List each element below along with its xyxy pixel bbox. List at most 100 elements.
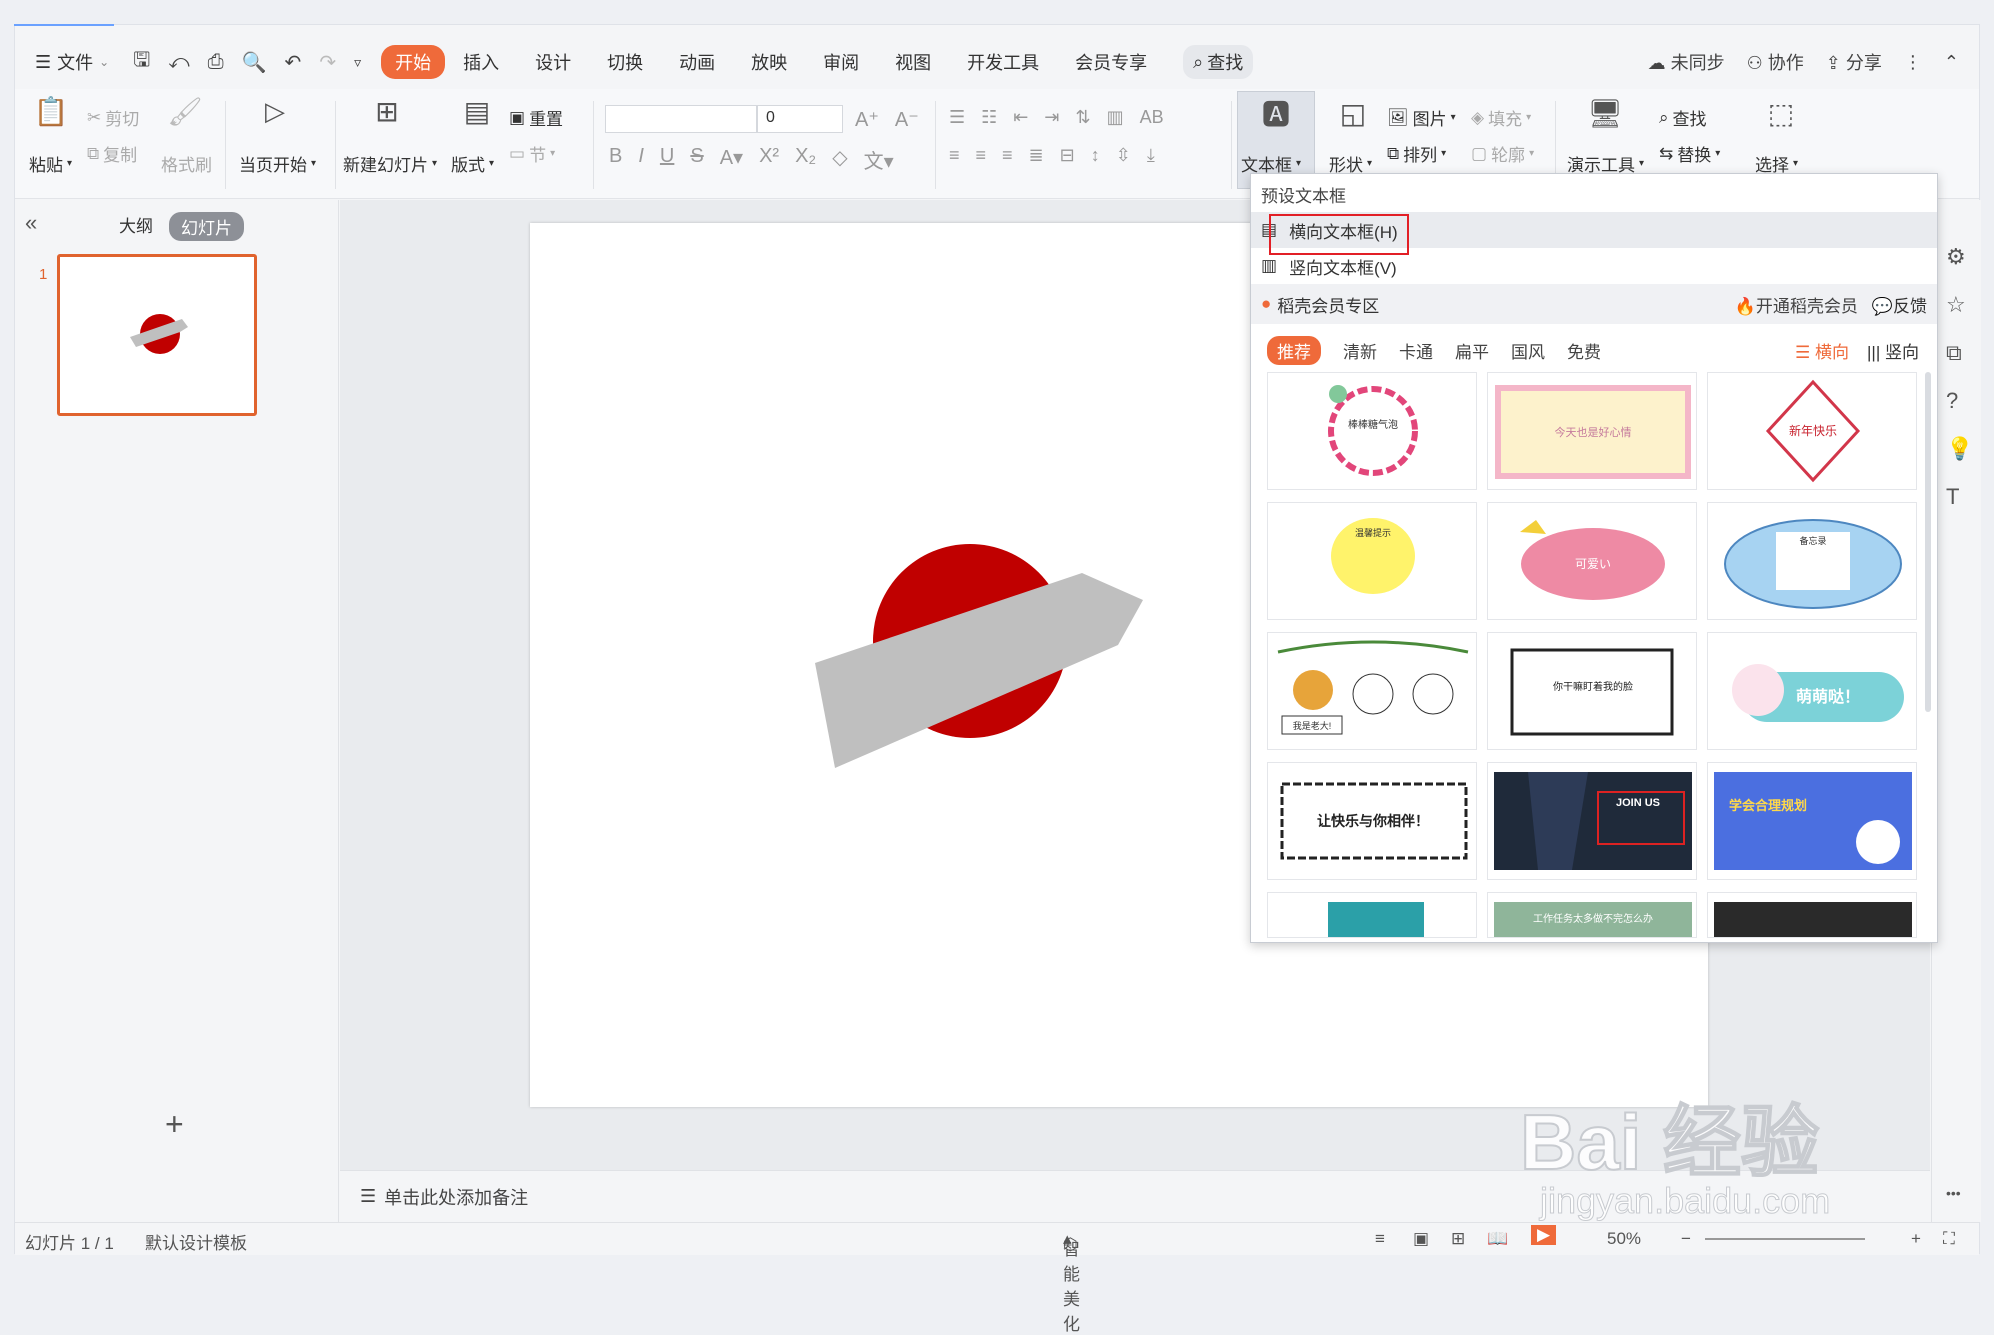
redo-icon[interactable]: ↷ bbox=[319, 50, 336, 75]
font-color-icon[interactable]: A▾ bbox=[720, 145, 743, 174]
slide-thumbnail[interactable] bbox=[57, 254, 257, 416]
text-fit-icon[interactable]: AB bbox=[1140, 107, 1164, 128]
select-icon[interactable]: ⬚ bbox=[1761, 95, 1801, 131]
vertical-align-icon[interactable]: ⤓ bbox=[1147, 145, 1155, 166]
font-family-select[interactable] bbox=[605, 105, 757, 133]
zoom-in-icon[interactable]: + bbox=[1911, 1229, 1921, 1249]
collapse-ribbon-icon[interactable]: ⌃ bbox=[1944, 52, 1959, 73]
vertical-textbox-item[interactable]: ▥ 竖向文本框(V) bbox=[1251, 248, 1937, 284]
print-icon[interactable]: ⎙ bbox=[208, 51, 224, 74]
tab-member[interactable]: 会员专享 bbox=[1057, 44, 1165, 80]
tab-view[interactable]: 视图 bbox=[877, 44, 949, 80]
file-menu[interactable]: ☰ 文件 ⌄ bbox=[35, 49, 109, 75]
dropdown-scrollbar[interactable] bbox=[1925, 372, 1931, 712]
zoom-level[interactable]: 50% bbox=[1607, 1229, 1641, 1249]
start-from-current-button[interactable]: 当页开始 ▾ bbox=[239, 151, 316, 176]
filter-fresh[interactable]: 清新 bbox=[1343, 338, 1377, 363]
slides-icon[interactable]: ⧉ bbox=[1946, 340, 1962, 366]
superscript-icon[interactable]: X² bbox=[759, 145, 779, 174]
phonetic-icon[interactable]: 文▾ bbox=[864, 145, 894, 174]
feedback-link[interactable]: 💬反馈 bbox=[1872, 292, 1927, 317]
strikethrough-icon[interactable]: S bbox=[690, 145, 703, 174]
tab-insert[interactable]: 插入 bbox=[445, 44, 517, 80]
tab-home[interactable]: 开始 bbox=[381, 45, 446, 79]
filter-chinese[interactable]: 国风 bbox=[1511, 338, 1545, 363]
template-card[interactable]: 萌萌哒！ bbox=[1707, 632, 1917, 750]
undo-icon[interactable]: ↶ bbox=[285, 50, 302, 75]
copy-button[interactable]: ⧉ 复制 bbox=[87, 141, 137, 166]
increase-indent-icon[interactable]: ⇥ bbox=[1044, 107, 1059, 128]
tab-design[interactable]: 设计 bbox=[517, 44, 589, 80]
sorter-view-icon[interactable]: ⊞ bbox=[1451, 1229, 1465, 1249]
find-button[interactable]: ⌕ 查找 bbox=[1659, 105, 1707, 130]
orient-horizontal[interactable]: ☰ 横向 bbox=[1795, 338, 1849, 363]
filter-cartoon[interactable]: 卡通 bbox=[1399, 338, 1433, 363]
underline-icon[interactable]: U bbox=[660, 145, 674, 174]
tab-animations[interactable]: 动画 bbox=[661, 44, 733, 80]
new-slide-icon[interactable]: ⊞ bbox=[367, 93, 407, 129]
bulb-icon[interactable]: 💡 bbox=[1946, 436, 1973, 462]
template-card[interactable]: 棒棒糖气泡 bbox=[1267, 372, 1477, 490]
bullets-icon[interactable]: ☰ bbox=[949, 107, 965, 128]
template-card[interactable]: JOIN US bbox=[1487, 762, 1697, 880]
new-slide-button[interactable]: 新建幻灯片 ▾ bbox=[343, 151, 437, 176]
distribute-icon[interactable]: ⊟ bbox=[1060, 145, 1075, 166]
zoom-out-icon[interactable]: − bbox=[1681, 1229, 1691, 1249]
more-options-icon[interactable]: ••• bbox=[1946, 1185, 1961, 1201]
share-button[interactable]: ⇪ 分享 bbox=[1826, 49, 1882, 75]
zoom-slider[interactable] bbox=[1705, 1238, 1865, 1240]
undo-history-icon[interactable]: ⤺ bbox=[168, 51, 189, 74]
template-card[interactable]: 温馨提示 bbox=[1267, 502, 1477, 620]
text-icon[interactable]: T bbox=[1946, 484, 1959, 510]
align-right-icon[interactable]: ≡ bbox=[1002, 145, 1013, 166]
paragraph-spacing-icon[interactable]: ⇳ bbox=[1116, 145, 1131, 166]
tab-review[interactable]: 审阅 bbox=[805, 44, 877, 80]
reset-button[interactable]: ▣ 重置 bbox=[509, 105, 563, 130]
template-card[interactable]: 可爱い bbox=[1487, 502, 1697, 620]
layout-icon[interactable]: ▤ bbox=[457, 93, 497, 129]
orient-vertical[interactable]: ||| 竖向 bbox=[1867, 338, 1919, 363]
add-slide-icon[interactable]: + bbox=[165, 1106, 184, 1143]
font-size-select[interactable]: 0 bbox=[757, 105, 843, 133]
print-preview-icon[interactable]: 🔍 bbox=[242, 50, 267, 75]
normal-view-icon[interactable]: ▣ bbox=[1413, 1229, 1429, 1249]
tab-outline[interactable]: 大纲 bbox=[119, 212, 153, 237]
shrink-font-icon[interactable]: A⁻ bbox=[895, 107, 919, 132]
fit-window-icon[interactable]: ⛶ bbox=[1943, 1229, 1955, 1249]
star-icon[interactable]: ☆ bbox=[1946, 292, 1966, 318]
filter-flat[interactable]: 扁平 bbox=[1455, 338, 1489, 363]
presenter-tools-icon[interactable]: 🖥 bbox=[1585, 95, 1625, 131]
shape-icon[interactable]: ◱ bbox=[1333, 95, 1373, 131]
search-button[interactable]: ⌕ 查找 bbox=[1183, 45, 1254, 79]
line-spacing-icon[interactable]: ↕ bbox=[1091, 145, 1100, 166]
collaborate-button[interactable]: ⚇ 协作 bbox=[1747, 49, 1804, 75]
template-card[interactable]: 学会合理规划 bbox=[1707, 762, 1917, 880]
clear-format-icon[interactable]: ◇ bbox=[832, 145, 847, 174]
subscript-icon[interactable]: X₂ bbox=[795, 145, 816, 174]
template-card[interactable]: 今天也是好心情 bbox=[1487, 372, 1697, 490]
text-direction-icon[interactable]: ⇅ bbox=[1075, 107, 1090, 128]
columns-icon[interactable]: ▥ bbox=[1107, 107, 1124, 128]
template-card[interactable]: 让快乐与你相伴！ bbox=[1267, 762, 1477, 880]
italic-icon[interactable]: I bbox=[638, 145, 644, 174]
replace-button[interactable]: ⇆ 替换 ▾ bbox=[1659, 141, 1720, 166]
picture-button[interactable]: 🖼 图片 ▾ bbox=[1387, 105, 1456, 130]
tab-slides[interactable]: 幻灯片 bbox=[169, 212, 244, 241]
collapse-panel-icon[interactable]: « bbox=[25, 210, 37, 236]
template-card[interactable]: 新年快乐 bbox=[1707, 372, 1917, 490]
textbox-icon[interactable]: 🅰 bbox=[1256, 95, 1296, 131]
outline-button[interactable]: ▢ 轮廓 ▾ bbox=[1471, 141, 1534, 166]
format-painter-icon[interactable]: 🖌 bbox=[165, 93, 205, 129]
filter-free[interactable]: 免费 bbox=[1567, 338, 1601, 363]
template-card[interactable]: 我是老大! bbox=[1267, 632, 1477, 750]
play-icon[interactable]: ▷ bbox=[255, 93, 295, 129]
align-left-icon[interactable]: ≡ bbox=[949, 145, 960, 166]
fill-button[interactable]: ◈ 填充 ▾ bbox=[1471, 105, 1531, 130]
tab-developer[interactable]: 开发工具 bbox=[949, 44, 1057, 80]
justify-icon[interactable]: ≣ bbox=[1029, 145, 1044, 166]
arrange-button[interactable]: ⧉ 排列 ▾ bbox=[1387, 141, 1446, 166]
sync-button[interactable]: ☁ 未同步 bbox=[1648, 49, 1725, 75]
format-painter-button[interactable]: 格式刷 bbox=[161, 151, 212, 176]
align-center-icon[interactable]: ≡ bbox=[976, 145, 987, 166]
reading-view-icon[interactable]: 📖 bbox=[1487, 1229, 1508, 1249]
